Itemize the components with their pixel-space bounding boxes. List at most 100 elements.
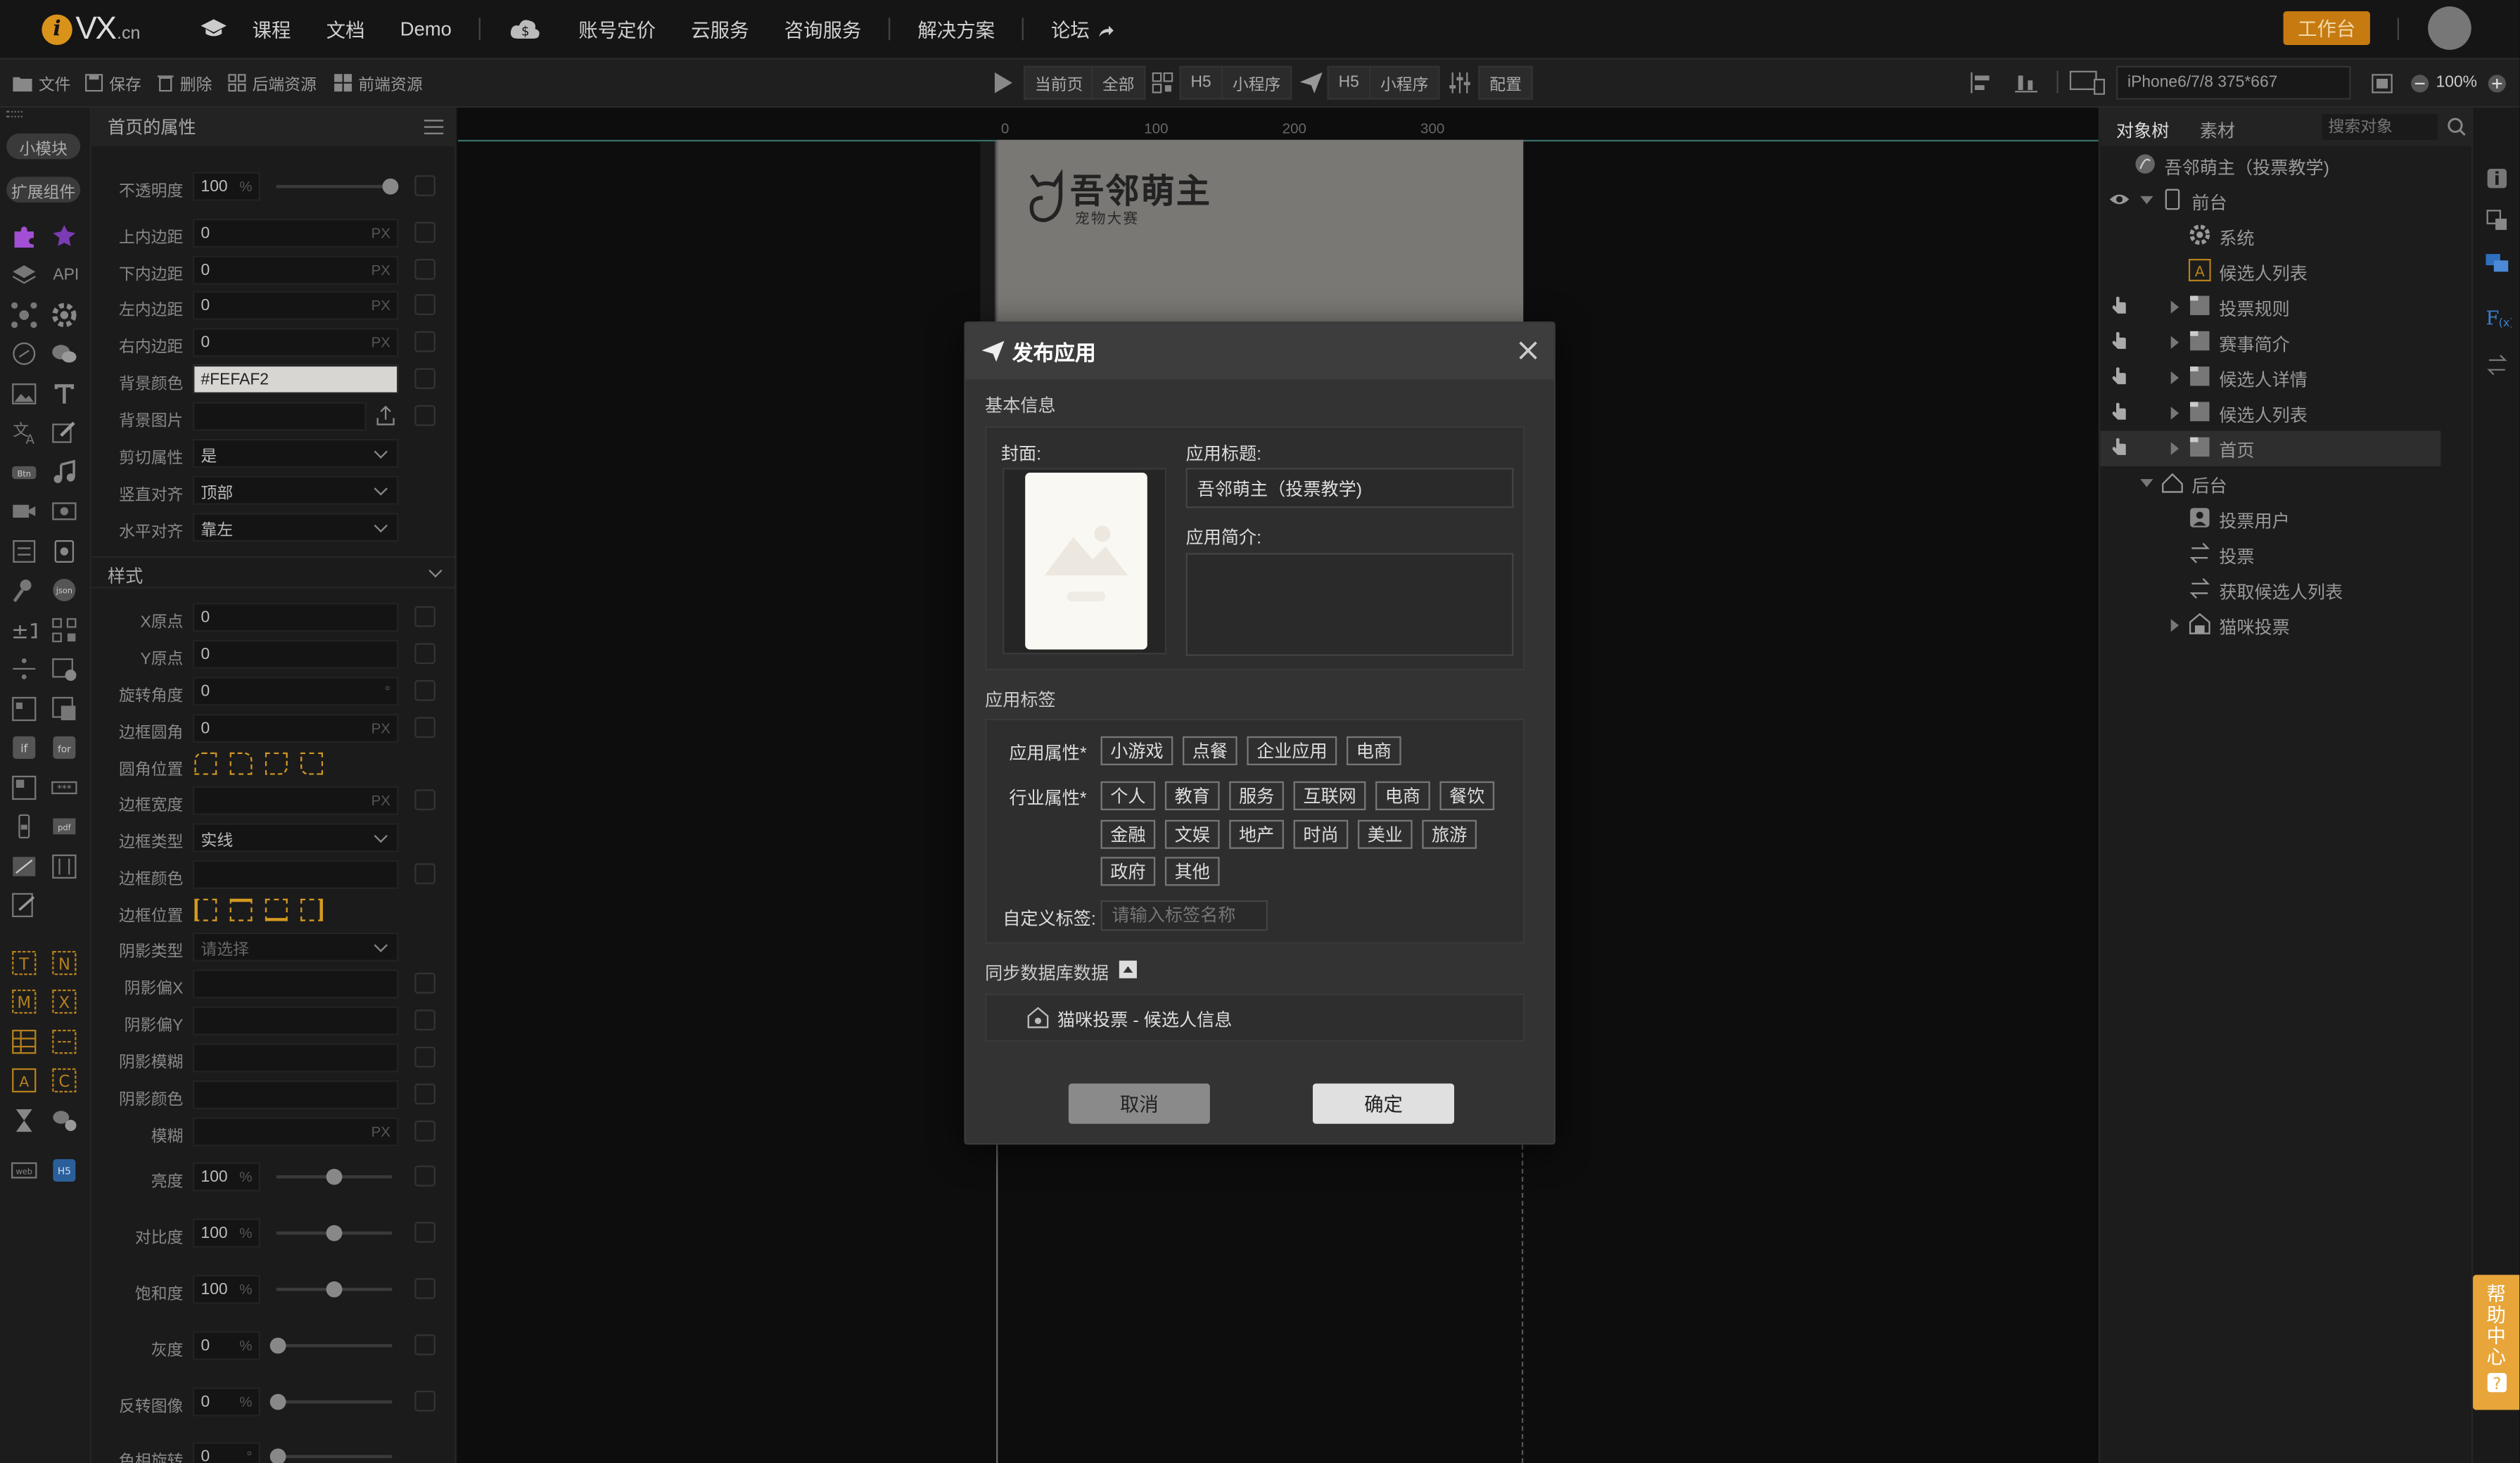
- zoom-in-icon[interactable]: [2488, 60, 2507, 106]
- slider-knob[interactable]: [269, 1337, 286, 1354]
- json-icon[interactable]: json: [51, 577, 77, 603]
- preview-all-button[interactable]: 全部: [1090, 65, 1146, 100]
- opacity-slider[interactable]: [276, 178, 399, 195]
- var-array-icon[interactable]: [51, 1029, 77, 1055]
- link-toggle[interactable]: [414, 1391, 435, 1412]
- bg-image-input[interactable]: [193, 402, 367, 431]
- brightness-slider[interactable]: [276, 1168, 393, 1185]
- link-toggle[interactable]: [414, 222, 435, 243]
- nav-consulting[interactable]: 咨询服务: [784, 15, 862, 43]
- publish-h5-button[interactable]: H5: [1327, 65, 1370, 100]
- html-icon[interactable]: H5: [51, 1158, 77, 1184]
- tag-other[interactable]: 其他: [1164, 857, 1220, 886]
- nav-cloud[interactable]: 云服务: [691, 15, 749, 43]
- settings-sliders-button[interactable]: [1443, 66, 1477, 100]
- play-button[interactable]: [988, 66, 1021, 100]
- swap-icon[interactable]: [11, 854, 37, 880]
- search-object-input[interactable]: [2322, 114, 2438, 140]
- device-select[interactable]: iPhone6/7/8 375*667: [2116, 65, 2351, 100]
- upload-icon[interactable]: [376, 405, 395, 426]
- live-icon[interactable]: [51, 499, 77, 525]
- tree-node-vote[interactable]: 投票: [2100, 537, 2473, 572]
- hand-pointer-icon[interactable]: [2110, 296, 2129, 315]
- config-button[interactable]: 配置: [1478, 65, 1533, 100]
- var-number-icon[interactable]: N: [51, 950, 77, 976]
- tag-real-estate[interactable]: 地产: [1229, 819, 1284, 849]
- slider-knob[interactable]: [326, 1281, 343, 1298]
- tag-catering[interactable]: 餐饮: [1439, 781, 1495, 810]
- music-icon[interactable]: [51, 459, 77, 486]
- corner-bottom-right-toggle[interactable]: [265, 752, 288, 775]
- help-center-button[interactable]: 帮 助 中 心 ?: [2473, 1274, 2520, 1410]
- tag-personal[interactable]: 个人: [1100, 781, 1156, 810]
- puzzle-alt-icon[interactable]: [51, 224, 77, 250]
- border-color-input[interactable]: [193, 860, 399, 889]
- sync-item-label[interactable]: 猫咪投票 - 候选人信息: [1057, 1007, 1232, 1033]
- network-icon[interactable]: [11, 302, 37, 328]
- align-bottom-icon[interactable]: [2015, 60, 2038, 106]
- link-toggle[interactable]: [414, 258, 435, 280]
- shadow-color-input[interactable]: [193, 1080, 399, 1110]
- var-object-icon[interactable]: M: [11, 989, 37, 1015]
- map-pin-icon[interactable]: [11, 577, 37, 603]
- user-avatar[interactable]: [2428, 6, 2471, 50]
- delete-button[interactable]: 删除: [157, 60, 212, 106]
- tree-node-candidate-list-data[interactable]: A 候选人列表: [2100, 254, 2473, 289]
- border-top-toggle[interactable]: [229, 898, 253, 921]
- var-table-icon[interactable]: [11, 1029, 37, 1055]
- tag-beauty[interactable]: 美业: [1357, 819, 1413, 849]
- image-edit-icon[interactable]: [51, 656, 77, 682]
- padding-left-input[interactable]: 0 PX: [193, 290, 399, 320]
- tree-node-vote-user[interactable]: 投票用户: [2100, 501, 2473, 537]
- search-icon[interactable]: [2448, 117, 2467, 136]
- qrcode-icon[interactable]: [51, 618, 77, 644]
- cover-image[interactable]: [1025, 472, 1147, 650]
- tree-node-candidate-detail[interactable]: 候选人详情: [2100, 360, 2473, 395]
- plus-minus-icon[interactable]: ±1: [11, 618, 37, 644]
- workbench-button[interactable]: 工作台: [2283, 11, 2370, 45]
- hue-rotate-slider[interactable]: [269, 1448, 393, 1463]
- link-toggle[interactable]: [414, 368, 435, 390]
- hand-pointer-icon[interactable]: [2110, 331, 2129, 350]
- tag-mini-game[interactable]: 小游戏: [1100, 736, 1173, 765]
- contrast-slider[interactable]: [276, 1225, 393, 1241]
- timer-icon[interactable]: [11, 1108, 37, 1134]
- button-icon[interactable]: Btn: [11, 460, 37, 486]
- layers-icon[interactable]: [11, 262, 37, 288]
- style-section-header[interactable]: 样式: [91, 556, 457, 589]
- grid-layout-icon[interactable]: [11, 775, 37, 801]
- padding-top-input[interactable]: 0 PX: [193, 218, 399, 248]
- fit-screen-icon[interactable]: [2372, 60, 2393, 106]
- slider-vertical-icon[interactable]: [11, 814, 37, 840]
- invert-input[interactable]: 0%: [193, 1387, 261, 1417]
- chevron-down-icon[interactable]: [2140, 479, 2153, 487]
- link-toggle[interactable]: [414, 331, 435, 352]
- link-toggle[interactable]: [414, 789, 435, 810]
- invert-slider[interactable]: [269, 1393, 393, 1410]
- link-toggle[interactable]: [414, 1083, 435, 1105]
- collapse-handle[interactable]: [6, 110, 23, 117]
- confirm-button[interactable]: 确定: [1313, 1083, 1455, 1124]
- frontend-resource-button[interactable]: 前端资源: [334, 60, 423, 106]
- var-text-icon[interactable]: T: [11, 950, 37, 976]
- border-type-select[interactable]: 实线: [193, 823, 399, 852]
- link-toggle[interactable]: [414, 1009, 435, 1031]
- chevron-right-icon[interactable]: [2170, 442, 2179, 455]
- preview-current-page-button[interactable]: 当前页: [1023, 65, 1095, 100]
- tree-node-system[interactable]: 系统: [2100, 219, 2473, 254]
- hand-pointer-icon[interactable]: [2110, 402, 2129, 421]
- valign-select[interactable]: 顶部: [193, 475, 399, 505]
- publish-mini-program-button[interactable]: 小程序: [1368, 65, 1440, 100]
- border-left-toggle[interactable]: [194, 898, 217, 921]
- cancel-button[interactable]: 取消: [1068, 1083, 1210, 1124]
- corner-top-left-toggle[interactable]: [194, 752, 217, 775]
- form-edit-icon[interactable]: [11, 893, 37, 919]
- tree-node-fetch-candidates[interactable]: 获取候选人列表: [2100, 573, 2473, 608]
- preview-h5-button[interactable]: H5: [1179, 65, 1223, 100]
- save-button[interactable]: 保存: [85, 60, 141, 106]
- grayscale-slider[interactable]: [269, 1337, 393, 1354]
- nav-pricing[interactable]: 账号定价: [578, 15, 656, 43]
- tree-node-home-selected[interactable]: 首页: [2100, 430, 2441, 466]
- hue-rotate-input[interactable]: 0 °: [193, 1442, 261, 1463]
- corner-bottom-left-toggle[interactable]: [300, 752, 324, 775]
